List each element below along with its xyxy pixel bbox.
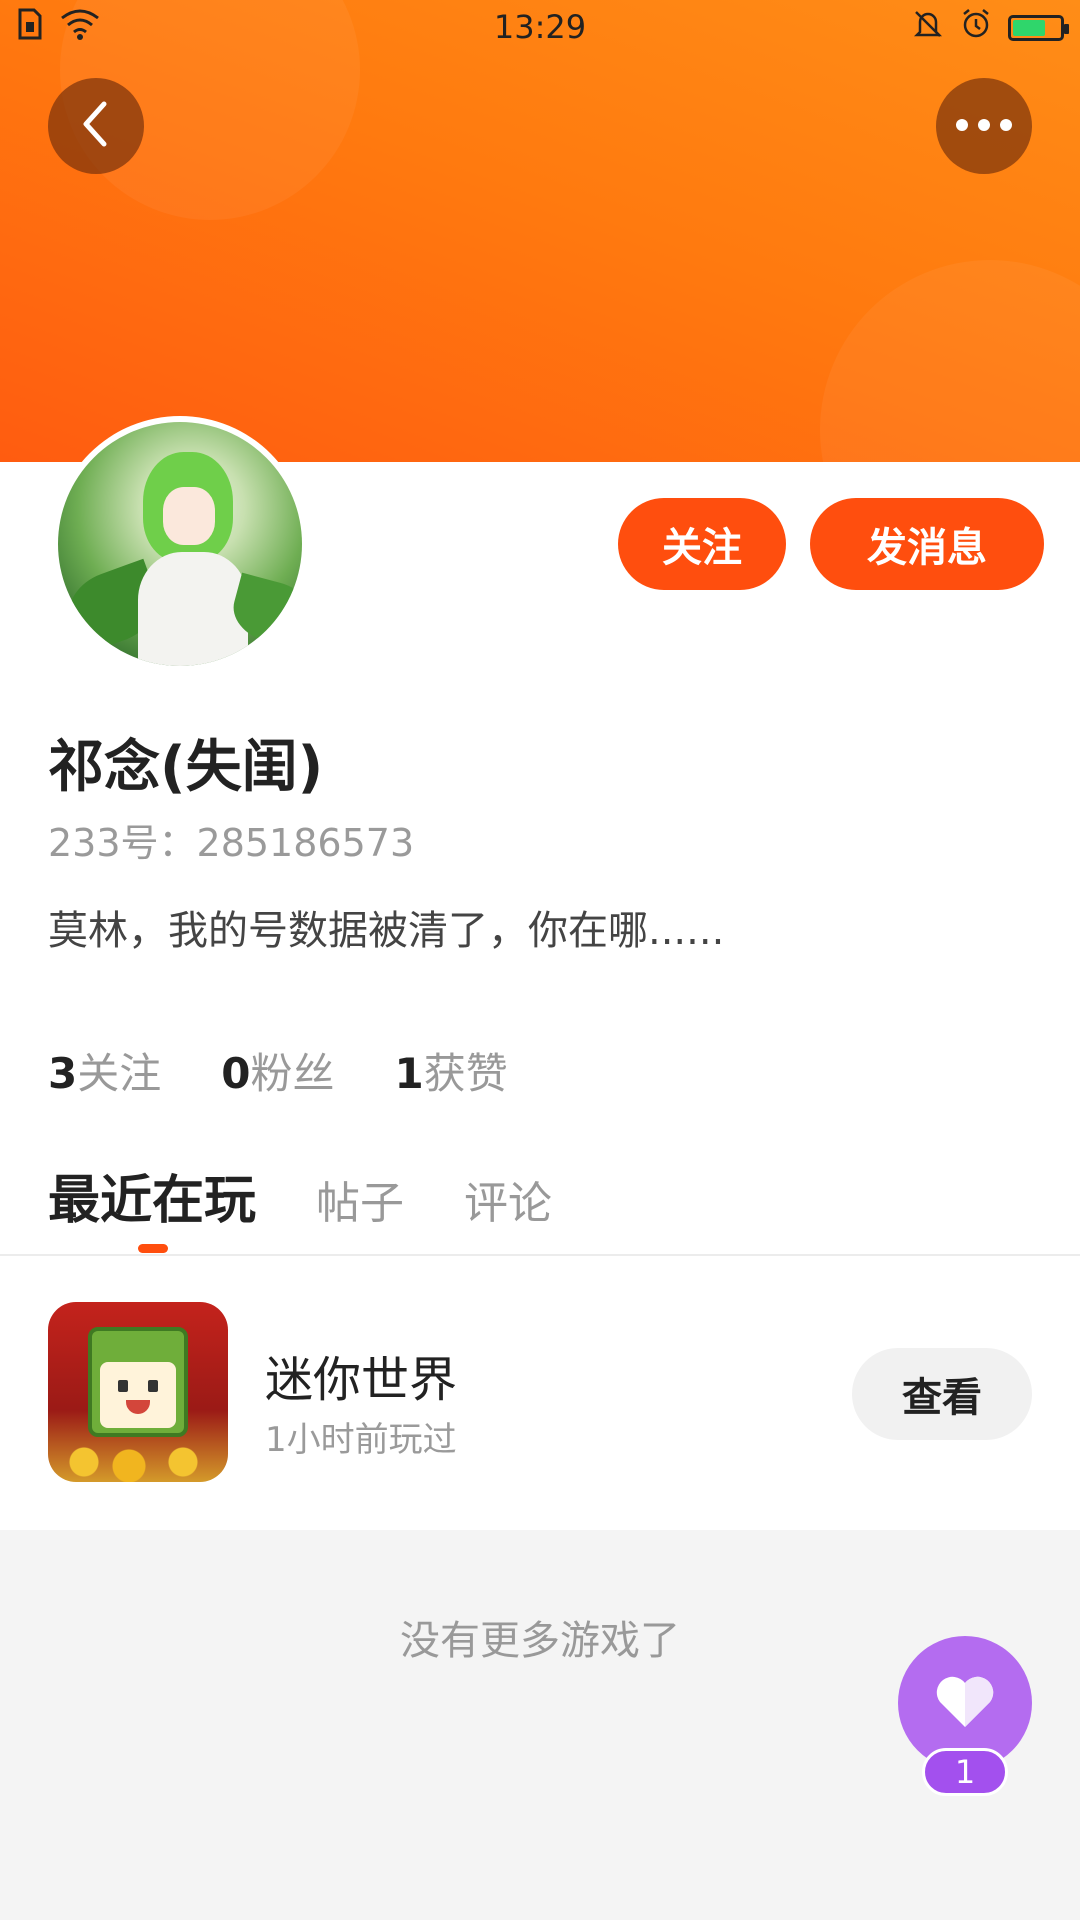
tab-comments[interactable]: 评论 xyxy=(464,1167,552,1231)
stat-label: 获赞 xyxy=(423,1049,508,1098)
stat-label: 关注 xyxy=(77,1049,162,1098)
more-dots-icon xyxy=(954,117,1014,136)
user-id: 233号：285186573 xyxy=(48,821,415,865)
chevron-left-icon xyxy=(76,100,116,152)
avatar[interactable] xyxy=(52,416,308,672)
tab-recently-played[interactable]: 最近在玩 xyxy=(48,1158,256,1233)
profile-header-background xyxy=(0,0,1080,462)
stat-number: 3 xyxy=(48,1049,78,1098)
heart-icon xyxy=(934,1673,996,1733)
more-button[interactable] xyxy=(936,78,1032,174)
back-button[interactable] xyxy=(48,78,144,174)
profile-stats: 3关注 0粉丝 1获赞 xyxy=(48,1040,508,1101)
follow-button[interactable]: 关注 xyxy=(618,498,786,590)
stat-label: 粉丝 xyxy=(250,1049,335,1098)
status-time: 13:29 xyxy=(493,8,587,46)
view-game-button[interactable]: 查看 xyxy=(852,1348,1032,1440)
tab-posts[interactable]: 帖子 xyxy=(316,1167,404,1231)
stat-likes[interactable]: 1获赞 xyxy=(395,1040,508,1101)
like-count-badge: 1 xyxy=(922,1748,1008,1796)
stat-number: 1 xyxy=(394,1049,424,1098)
game-name: 迷你世界 xyxy=(265,1352,458,1408)
status-bar: 13:29 xyxy=(0,0,1080,56)
game-last-played: 1小时前玩过 xyxy=(265,1420,457,1460)
header-decoration xyxy=(820,260,1080,462)
stat-followers[interactable]: 0粉丝 xyxy=(221,1040,334,1101)
active-tab-indicator xyxy=(138,1244,168,1253)
mini-world-icon xyxy=(48,1302,228,1482)
user-bio: 莫林，我的号数据被清了，你在哪...... xyxy=(48,908,725,954)
profile-tabs: 最近在玩 帖子 评论 xyxy=(48,1158,552,1233)
avatar-image xyxy=(58,422,302,666)
game-list-item[interactable]: 迷你世界 1小时前玩过 查看 xyxy=(0,1256,1080,1530)
stat-following[interactable]: 3关注 xyxy=(48,1040,161,1101)
send-message-button[interactable]: 发消息 xyxy=(810,498,1044,590)
stat-number: 0 xyxy=(221,1049,251,1098)
username: 祁念(失闺) xyxy=(48,735,324,800)
battery-icon xyxy=(1008,15,1069,41)
